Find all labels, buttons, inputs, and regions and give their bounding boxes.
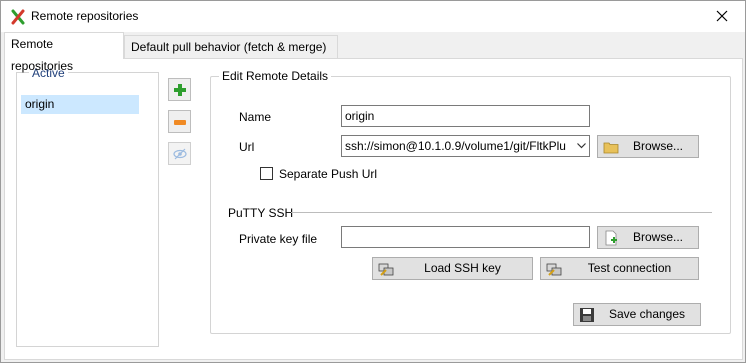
url-value: ssh://simon@10.1.0.9/volume1/git/FltkPlu (345, 139, 566, 153)
tab-default-pull-behavior[interactable]: Default pull behavior (fetch & merge) (124, 35, 338, 59)
toggle-remote-button[interactable] (168, 142, 191, 165)
save-changes-button[interactable]: Save changes (573, 303, 701, 326)
name-label: Name (239, 110, 272, 124)
remote-list[interactable]: origin (21, 95, 139, 114)
close-button[interactable] (699, 1, 745, 32)
browse-url-button[interactable]: Browse... (597, 135, 699, 158)
separate-push-url-checkbox[interactable] (260, 167, 273, 180)
close-icon (716, 10, 728, 22)
private-key-field[interactable] (341, 226, 590, 248)
putty-divider (291, 212, 712, 213)
list-item[interactable]: origin (21, 95, 139, 114)
chevron-down-icon (577, 143, 586, 149)
git-extensions-icon (10, 9, 26, 25)
window-title: Remote repositories (31, 9, 139, 23)
remove-icon (173, 115, 187, 132)
url-combobox[interactable]: ssh://simon@10.1.0.9/volume1/git/FltkPlu (341, 135, 590, 157)
putty-key-icon (378, 261, 394, 277)
test-connection-button[interactable]: Test connection (540, 257, 699, 280)
private-key-label: Private key file (239, 232, 318, 246)
load-ssh-key-button[interactable]: Load SSH key (372, 257, 533, 280)
name-field[interactable]: origin (341, 105, 590, 127)
remove-remote-button[interactable] (168, 110, 191, 133)
remote-repositories-window: Remote repositories Remote repositories … (0, 0, 746, 363)
new-file-icon (603, 230, 619, 246)
putty-connection-icon (546, 261, 562, 277)
add-remote-button[interactable] (168, 78, 191, 101)
tab-remote-repositories[interactable]: Remote repositories (4, 32, 124, 73)
eye-icon (173, 147, 187, 164)
url-label: Url (239, 140, 255, 154)
browse-key-button[interactable]: Browse... (597, 226, 699, 249)
edit-remote-legend: Edit Remote Details (219, 69, 332, 83)
title-bar: Remote repositories (1, 1, 745, 32)
add-icon (173, 83, 187, 100)
putty-ssh-label: PuTTY SSH (228, 206, 294, 220)
separate-push-url-label: Separate Push Url (279, 167, 378, 181)
folder-icon (603, 139, 619, 155)
save-icon (579, 307, 595, 323)
